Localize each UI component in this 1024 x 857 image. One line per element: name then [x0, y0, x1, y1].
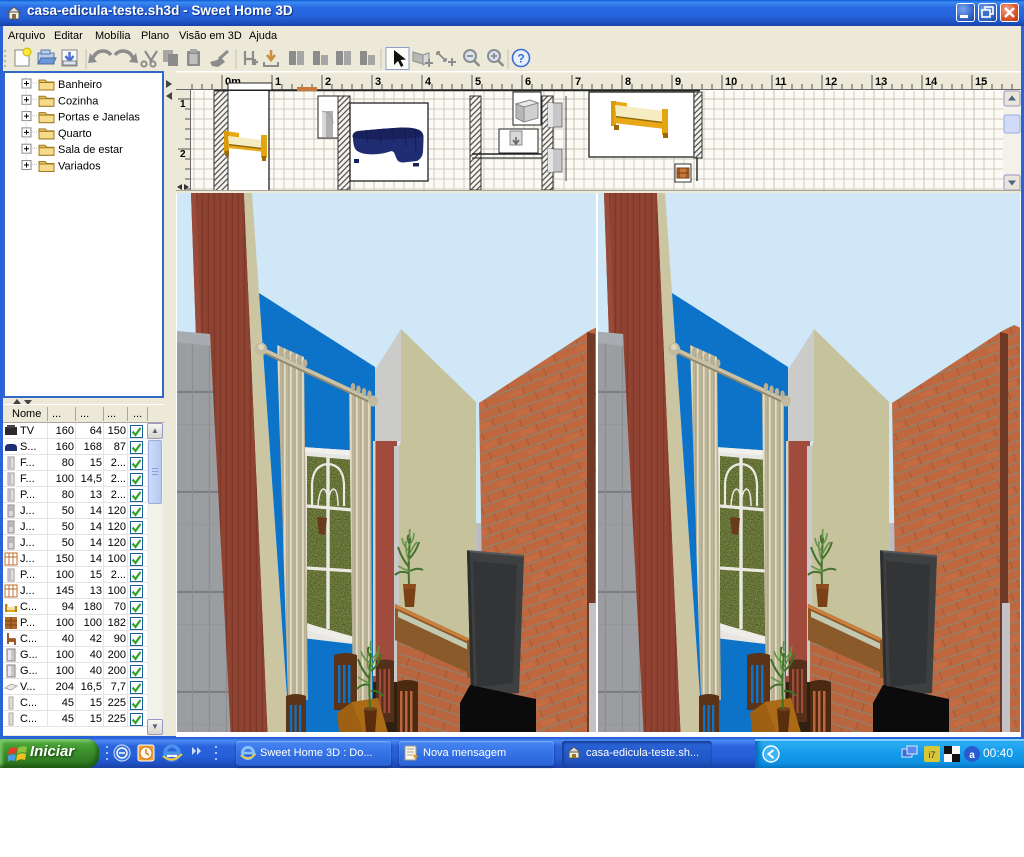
svg-text:1: 1 — [180, 99, 186, 110]
svg-text:3: 3 — [375, 76, 381, 88]
svg-text:2: 2 — [180, 149, 186, 160]
svg-text:Cozinha: Cozinha — [58, 95, 99, 107]
svg-text:8: 8 — [625, 76, 631, 88]
svg-text:2: 2 — [325, 76, 331, 88]
svg-text:i7: i7 — [928, 750, 935, 760]
svg-text:Variados: Variados — [58, 161, 101, 173]
svg-text:14: 14 — [925, 76, 938, 88]
svg-text:15: 15 — [975, 76, 987, 88]
svg-text:4: 4 — [425, 76, 432, 88]
svg-text:5: 5 — [475, 76, 481, 88]
svg-text:11: 11 — [775, 76, 787, 88]
svg-text:7: 7 — [575, 76, 581, 88]
svg-text:a: a — [969, 750, 975, 761]
svg-text:1: 1 — [275, 76, 281, 88]
svg-text:6: 6 — [525, 76, 531, 88]
svg-text:13: 13 — [875, 76, 887, 88]
svg-text:?: ? — [517, 52, 524, 66]
svg-text:Quarto: Quarto — [58, 128, 92, 140]
svg-text:Portas e Janelas: Portas e Janelas — [58, 112, 140, 124]
svg-text:Sala de estar: Sala de estar — [58, 144, 123, 156]
svg-text:9: 9 — [675, 76, 681, 88]
svg-text:12: 12 — [825, 76, 837, 88]
svg-text:10: 10 — [725, 76, 737, 88]
svg-text:Banheiro: Banheiro — [58, 79, 102, 91]
